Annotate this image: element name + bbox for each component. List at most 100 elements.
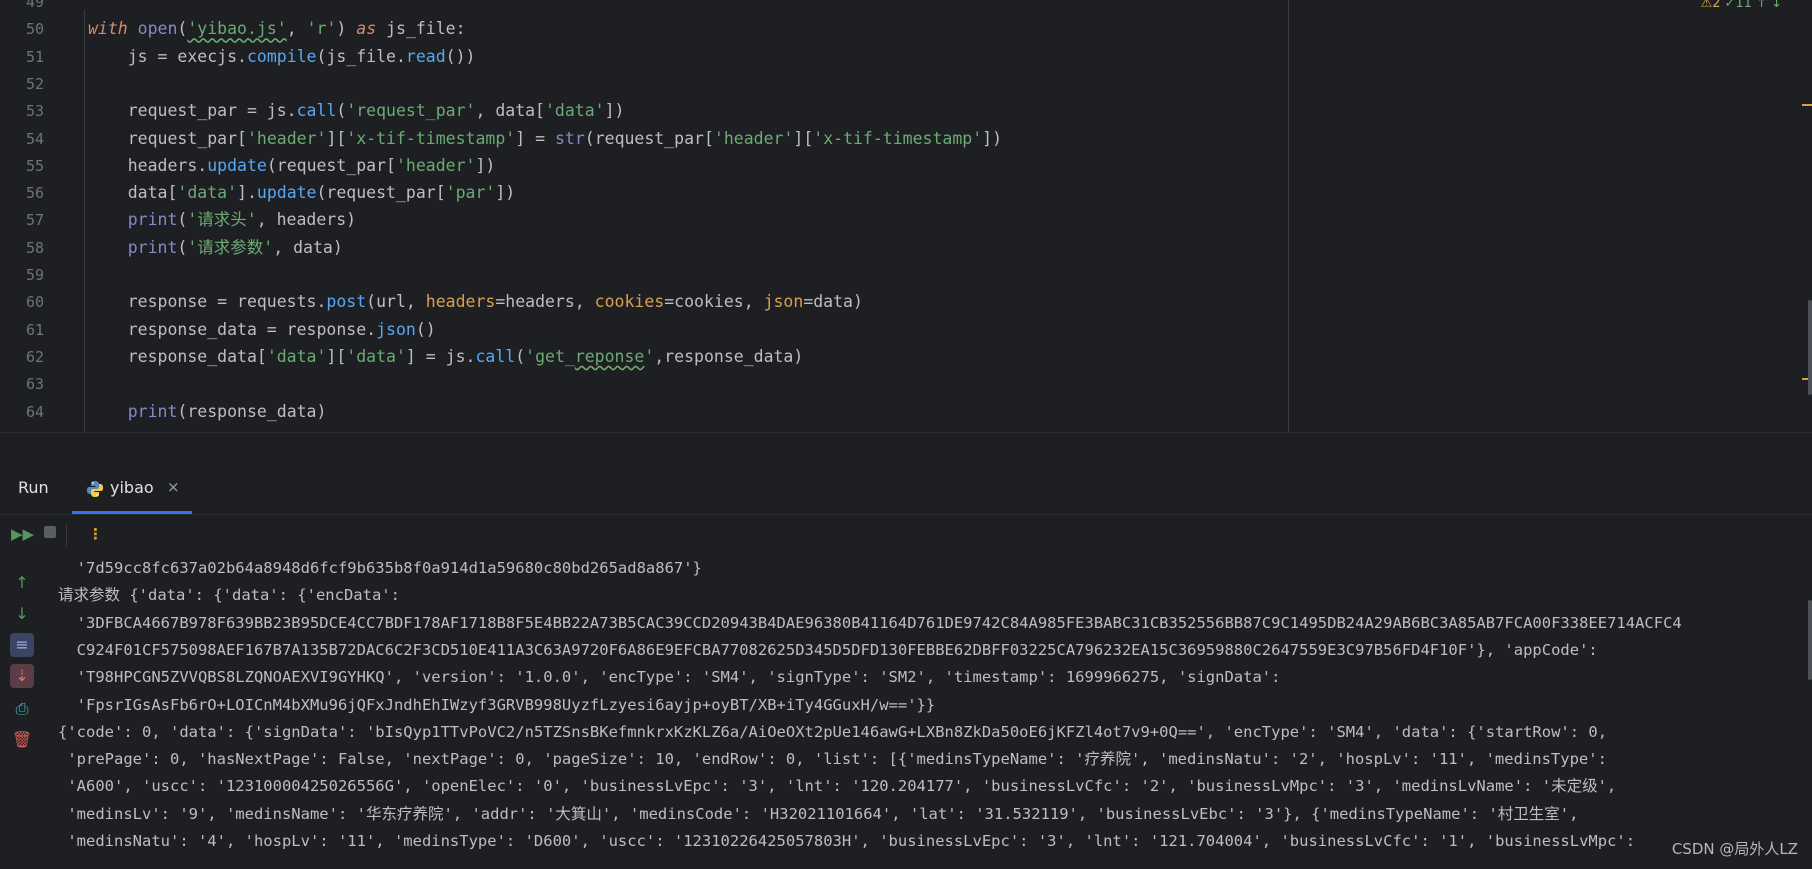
code-token: ) — [336, 19, 357, 39]
close-tab-icon[interactable]: × — [167, 478, 180, 496]
run-tool-window-header: Run yibao × — [0, 464, 1812, 515]
code-token: 'data' — [266, 346, 327, 366]
run-tab-yibao[interactable]: yibao × — [72, 464, 192, 514]
line-number-gutter: 49 50 51 52 53 54 55 56 57 58 59 60 61 62 63 64 — [0, 0, 72, 432]
line-number: 62 — [25, 347, 44, 366]
scroll-down-icon[interactable]: ↓ — [10, 602, 34, 626]
code-token: update — [207, 155, 267, 175]
code-token: 'data' — [177, 183, 238, 203]
code-token: ()) — [445, 46, 476, 66]
code-line[interactable]: with open('yibao.js', 'r') as js_file: — [88, 19, 466, 39]
scroll-up-icon[interactable]: ↑ — [10, 571, 34, 595]
code-token: , headers) — [256, 210, 357, 230]
code-token: =headers, — [495, 292, 595, 312]
code-token: request_par[ — [88, 128, 247, 148]
code-token: open — [137, 19, 178, 39]
soft-wrap-icon[interactable]: ≡ — [10, 633, 34, 657]
line-number: 53 — [25, 102, 44, 121]
code-line[interactable]: print(response_data) — [88, 401, 327, 422]
line-number: 59 — [25, 266, 44, 284]
code-token: 'par' — [445, 183, 496, 203]
line-number: 64 — [25, 402, 44, 421]
code-line[interactable]: data['data'].update(request_par['par']) — [88, 183, 515, 203]
rerun-icon[interactable]: ▶▶ — [11, 525, 34, 543]
warning-count: ⚠2 — [1700, 0, 1721, 11]
tool-window-splitter[interactable] — [0, 432, 1812, 465]
line-number: 55 — [25, 156, 44, 175]
console-line: 'prePage': 0, 'hasNextPage': False, 'nex… — [58, 750, 1607, 769]
code-token: ]) — [604, 101, 625, 121]
code-token: post — [326, 292, 367, 312]
error-stripe-marker[interactable] — [1802, 104, 1812, 106]
code-token: ]) — [475, 155, 496, 175]
run-title: Run — [18, 478, 49, 497]
code-token: ][ — [326, 346, 347, 366]
line-number: 49 — [25, 0, 44, 11]
code-line[interactable]: print('请求参数', data) — [88, 238, 343, 258]
more-options-icon[interactable]: ⋮ — [88, 525, 103, 543]
console-line: '3DFBCA4667B978F639BB23B95DCE4CC7BDF178A… — [58, 613, 1682, 632]
indent-guide — [84, 10, 85, 432]
code-token: update — [256, 183, 317, 203]
code-token: ( — [177, 19, 188, 39]
code-token: headers. — [88, 155, 208, 175]
code-token: ( — [177, 237, 188, 257]
code-token: ( — [515, 346, 526, 366]
code-token: data[ — [88, 183, 178, 203]
code-token: (js_file. — [316, 46, 406, 66]
print-icon[interactable]: ⎙ — [10, 697, 34, 721]
code-token: 'header' — [395, 155, 476, 175]
code-line[interactable]: response = requests.post(url, headers=he… — [88, 292, 863, 312]
clear-all-icon[interactable]: 🗑 — [10, 728, 34, 752]
code-token: json — [376, 319, 416, 339]
code-token: 'x-tif-timestamp' — [813, 128, 983, 148]
code-token: js = execjs. — [88, 46, 247, 66]
code-token: call — [475, 346, 516, 366]
code-line[interactable]: js = execjs.compile(js_file.read()) — [88, 46, 476, 67]
code-token: response = requests. — [88, 292, 327, 312]
console-line: 'medinsLv': '9', 'medinsName': '华东疗养院', … — [58, 804, 1579, 823]
console-line: 'A600', 'uscc': '12310000425026556G', 'o… — [58, 777, 1617, 796]
editor-scrollbar[interactable] — [1808, 300, 1812, 395]
code-line[interactable]: request_par = js.call('request_par', dat… — [88, 101, 625, 121]
code-token: with — [88, 19, 138, 39]
line-number: 54 — [25, 129, 44, 148]
code-token: =data) — [803, 292, 863, 312]
code-token: , data[ — [475, 101, 545, 121]
code-token: print — [127, 401, 178, 421]
code-token: read — [405, 46, 446, 66]
stop-icon[interactable] — [44, 526, 56, 538]
code-token: print — [127, 210, 178, 230]
code-line[interactable]: headers.update(request_par['header']) — [88, 155, 496, 176]
code-token: ] = — [515, 128, 555, 148]
line-number: 60 — [25, 293, 44, 312]
console-line: 'FpsrIGsAsFb6rO+LOICnM4bXMu96jQFxJndhEhI… — [58, 695, 936, 714]
code-token: reponse — [574, 346, 645, 366]
code-token: json — [763, 292, 804, 312]
line-number: 50 — [25, 20, 44, 39]
line-number: 61 — [25, 320, 44, 339]
code-line[interactable]: response_data['data']['data'] = js.call(… — [88, 346, 804, 367]
code-line[interactable]: request_par['header']['x-tif-timestamp']… — [88, 129, 1002, 149]
code-token: headers — [425, 292, 496, 312]
console-scrollbar[interactable] — [1808, 600, 1812, 680]
code-token: response_data = response. — [88, 319, 377, 339]
code-line[interactable]: print('请求头', headers) — [88, 210, 356, 230]
line-number: 57 — [25, 211, 44, 230]
inspection-widget[interactable]: ⚠2 ✓11 ↑ ↓ — [1701, 0, 1782, 11]
code-token: ]. — [237, 183, 257, 203]
console-output[interactable]: '7d59cc8fc637a02b64a8948d6fcf9b635b8f0a9… — [58, 556, 1798, 869]
scroll-to-end-icon[interactable]: ⇣ — [10, 664, 34, 688]
console-side-toolbar: ↑ ↓ ≡ ⇣ ⎙ 🗑 — [0, 556, 44, 869]
code-token: request_par = js. — [88, 101, 297, 121]
line-number: 63 — [25, 375, 44, 394]
code-token: , data) — [273, 237, 343, 257]
code-editor[interactable]: 49 50 51 52 53 54 55 56 57 58 59 60 61 62 63 64 with op… — [0, 0, 1812, 432]
run-toolbar: ▶▶ ⋮ — [0, 515, 1812, 555]
code-token: ( — [336, 101, 347, 121]
line-number: 51 — [25, 47, 44, 66]
ok-count: ✓11 ↑ ↓ — [1724, 0, 1782, 11]
line-number: 52 — [25, 74, 44, 93]
code-line[interactable]: response_data = response.json() — [88, 320, 436, 340]
